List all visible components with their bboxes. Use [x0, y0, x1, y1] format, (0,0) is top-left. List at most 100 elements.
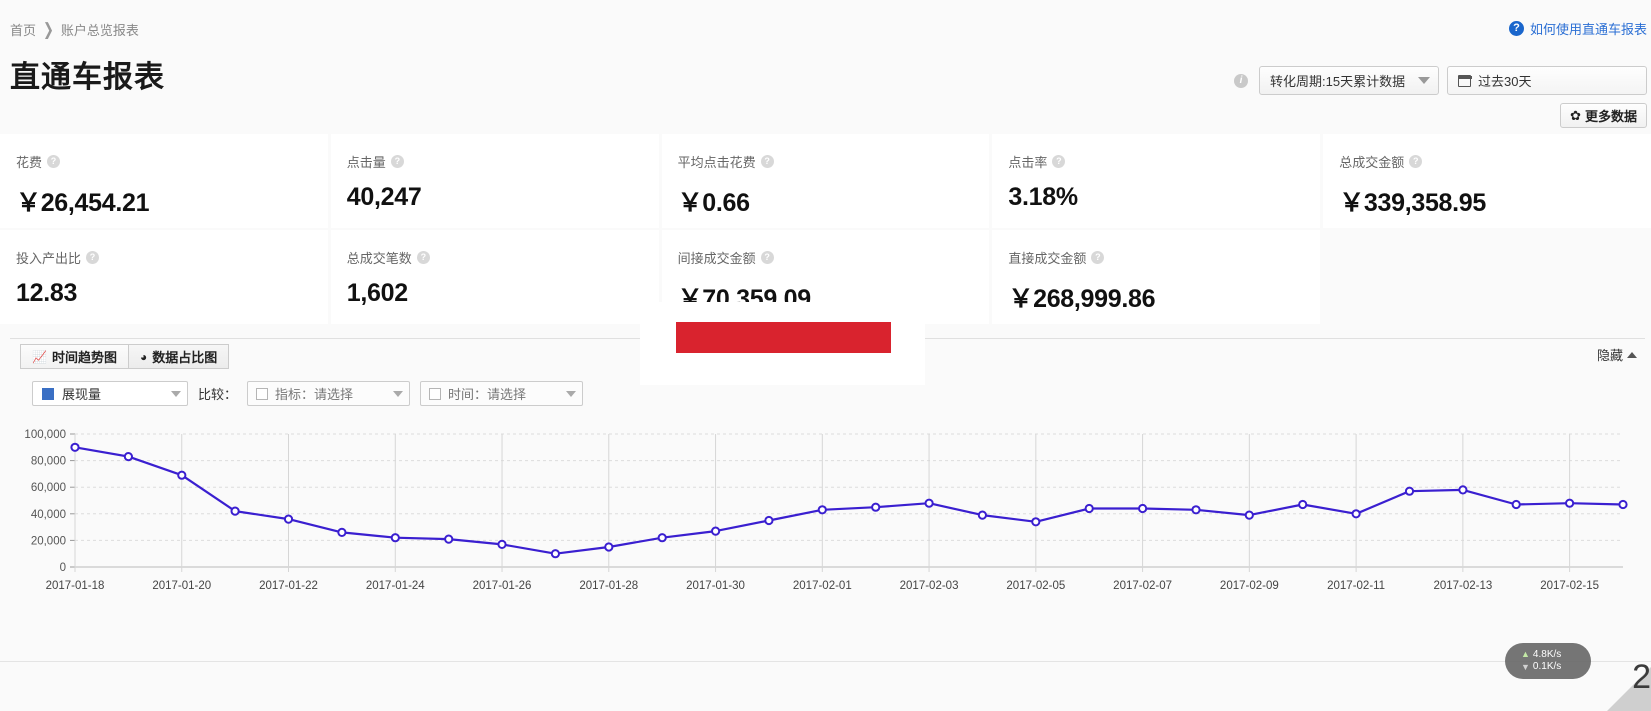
help-link-label: 如何使用直通车报表 [1529, 22, 1647, 37]
x-tick-label: 2017-02-03 [900, 580, 959, 592]
help-icon[interactable]: ? [86, 251, 100, 264]
help-icon[interactable]: ? [47, 155, 61, 168]
metric-card[interactable]: 点击率 ? 3.18% [992, 134, 1321, 228]
data-point [604, 542, 614, 552]
tab-data-share-label: 数据占比图 [152, 350, 218, 365]
data-point [1138, 503, 1148, 514]
toolbar: i 转化周期:15天累计数据 过去30天 [1234, 66, 1647, 95]
data-point [764, 515, 774, 526]
page-title: 直通车报表 [10, 61, 165, 94]
x-tick-label: 2017-02-13 [1433, 580, 1492, 592]
date-range-value: 过去30天 [1478, 74, 1532, 89]
metric-card-label-row: 平均点击花费 ? [678, 152, 974, 171]
metric-card-label: 总成交金额 [1339, 155, 1405, 170]
question-mark-icon: ? [1508, 21, 1524, 36]
network-download-speed: 0.1K/s [1532, 661, 1562, 672]
metric-card-label: 平均点击花费 [677, 155, 756, 170]
trend-chart-svg: 0 20,000 40,000 60,000 80,000 100,000 2017-01-… [24, 429, 1628, 592]
data-point [1191, 505, 1201, 515]
metric-cards: 花费 ? ￥26,454.21 点击量 ? 40,247 平均点击花费 ? ￥0… [0, 134, 1651, 324]
x-tick-label: 2017-02-09 [1220, 580, 1279, 592]
help-icon[interactable]: ? [1409, 155, 1423, 168]
y-tick-label: 0 [60, 562, 66, 574]
info-icon[interactable]: i [1234, 73, 1248, 88]
x-tick-label: 2017-01-30 [686, 580, 745, 592]
data-point [657, 533, 667, 543]
tab-time-trend[interactable]: 📈 时间趋势图 [20, 344, 129, 369]
x-tick-label: 2017-01-20 [152, 580, 211, 592]
data-point [70, 442, 80, 452]
calendar-icon [1457, 74, 1472, 87]
y-tick-label: 100,000 [24, 429, 66, 441]
data-point [817, 505, 827, 515]
x-tick-label: 2017-01-18 [46, 580, 105, 592]
metric-card[interactable]: 总成交笔数 ? 1,602 [330, 230, 659, 324]
metric-card-label: 点击率 [1008, 155, 1048, 170]
compare-metric-select[interactable]: 指标：请选择 [247, 381, 411, 406]
metric-card-label-row: 点击率 ? [1008, 152, 1304, 171]
trend-chart[interactable]: 0 20,000 40,000 60,000 80,000 100,000 2017-01-… [10, 424, 1645, 609]
compare-time-select[interactable]: 时间：请选择 [420, 381, 584, 406]
compare-label: 比较： [198, 387, 238, 402]
y-tick-label: 20,000 [31, 535, 66, 547]
data-point [977, 510, 988, 520]
compare-time-checkbox[interactable] [429, 387, 442, 400]
breadcrumb-home[interactable]: 首页 [10, 20, 36, 39]
metric-card[interactable]: 花费 ? ￥26,454.21 [0, 134, 328, 228]
help-icon[interactable]: ? [760, 251, 774, 264]
network-speed-widget[interactable]: ▲ 4.8K/s ▼ 0.1K/s [1505, 643, 1591, 679]
metric-card-value: 3.18% [1008, 183, 1078, 211]
data-point [1244, 510, 1254, 520]
corner-number: 2 [1632, 658, 1651, 696]
more-data-button[interactable]: ✿ 更多数据 [1560, 103, 1647, 128]
metric-card-value: ￥339,358.95 [1339, 189, 1487, 217]
metric-card-label: 投入产出比 [16, 251, 82, 266]
metric-card-label-row: 点击量 ? [347, 152, 643, 171]
help-icon[interactable]: ? [1052, 155, 1066, 168]
metric-card[interactable]: 平均点击花费 ? ￥0.66 [661, 134, 990, 228]
data-point [924, 498, 934, 508]
report-page: 首页 ❯ 账户总览报表 ? 如何使用直通车报表 直通车报表 i 转化周期:15天… [0, 0, 1651, 711]
metric-card[interactable]: 投入产出比 ? 12.83 [0, 230, 328, 324]
metric-select[interactable]: 展现量 [32, 381, 188, 406]
x-tick-label: 2017-01-24 [366, 580, 425, 592]
metric-card-label: 点击量 [346, 155, 386, 170]
metric-card[interactable]: 直接成交金额 ? ￥268,999.86 [992, 230, 1321, 324]
data-point [230, 506, 240, 516]
tab-data-share[interactable]: ◕ 数据占比图 [128, 344, 230, 369]
help-icon[interactable]: ? [390, 155, 404, 168]
help-icon[interactable]: ? [1091, 251, 1105, 264]
data-point [123, 451, 134, 462]
occluding-red-bar [676, 322, 891, 353]
line-chart-icon: 📈 [32, 349, 47, 364]
data-point [1404, 486, 1415, 496]
metric-card-label-row: 投入产出比 ? [16, 248, 312, 267]
metric-card-value: 40,247 [346, 183, 422, 211]
metric-card-label-row: 总成交笔数 ? [347, 248, 643, 267]
metric-card[interactable]: 点击量 ? 40,247 [330, 134, 659, 228]
metric-card-value: ￥0.66 [677, 189, 750, 217]
help-icon[interactable]: ? [760, 155, 774, 168]
compare-metric-checkbox[interactable] [256, 387, 269, 400]
hide-button[interactable]: 隐藏 [1597, 345, 1637, 364]
conversion-period-select[interactable]: 转化周期:15天累计数据 [1259, 66, 1439, 95]
network-upload-speed: 4.8K/s [1532, 648, 1562, 660]
help-link[interactable]: ? 如何使用直通车报表 [1508, 19, 1647, 38]
breadcrumb: 首页 ❯ 账户总览报表 [10, 19, 139, 39]
data-point [177, 470, 187, 480]
date-range-picker[interactable]: 过去30天 [1447, 66, 1647, 95]
data-point [390, 533, 400, 543]
help-icon[interactable]: ? [416, 251, 430, 264]
chevron-down-icon [171, 390, 181, 397]
data-point [1031, 517, 1041, 527]
pie-chart-icon: ◕ [139, 349, 148, 364]
x-tick-label: 2017-01-26 [473, 580, 532, 592]
data-point [550, 549, 561, 559]
metric-card[interactable]: 总成交金额 ? ￥339,358.95 [1323, 134, 1651, 228]
data-point [871, 502, 881, 512]
metric-card-value: ￥268,999.86 [1008, 285, 1156, 313]
network-download-row: ▼ 0.1K/s [1521, 661, 1591, 674]
x-tick-label: 2017-02-01 [793, 580, 852, 592]
breadcrumb-current: 账户总览报表 [60, 23, 139, 38]
x-tick-label: 2017-02-05 [1006, 580, 1065, 592]
